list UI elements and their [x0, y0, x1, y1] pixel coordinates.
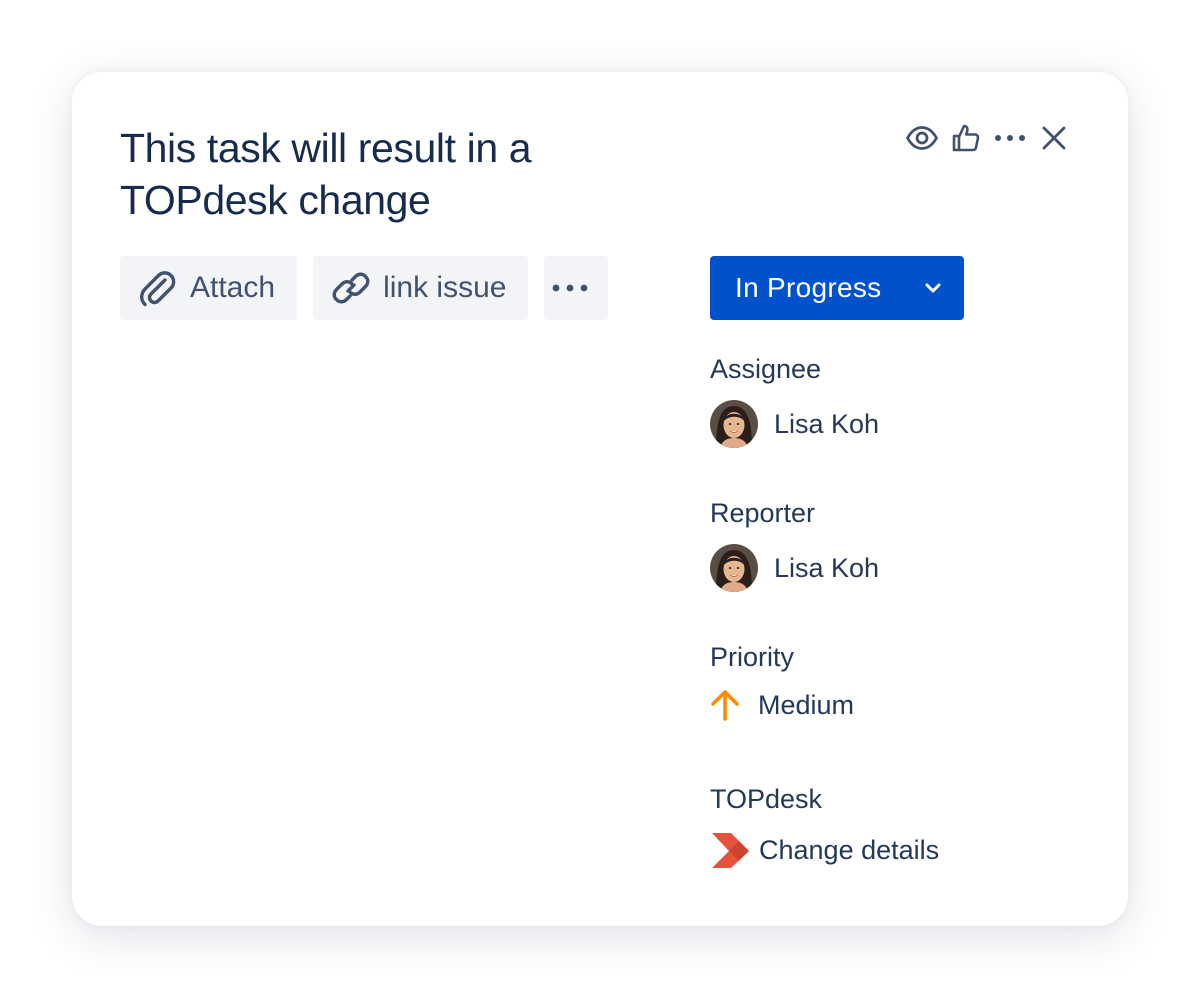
- topdesk-label: TOPdesk: [710, 784, 823, 814]
- priority-field: Priority Medium: [710, 640, 854, 722]
- reporter-value[interactable]: Lisa Koh: [710, 544, 879, 592]
- topdesk-change-text: Change details: [759, 834, 940, 865]
- avatar: [710, 400, 758, 448]
- reporter-field: Reporter Lisa Koh: [710, 496, 879, 592]
- chevron-down-icon: [925, 283, 941, 293]
- more-horizontal-icon: [995, 135, 1025, 141]
- reporter-label: Reporter: [710, 498, 816, 528]
- attach-button[interactable]: Attach: [120, 256, 298, 320]
- more-horizontal-icon: [553, 284, 588, 292]
- watch-button[interactable]: [904, 118, 940, 158]
- status-dropdown[interactable]: In Progress: [710, 256, 964, 320]
- assignee-label: Assignee: [710, 354, 822, 384]
- priority-label: Priority: [710, 642, 795, 672]
- header-actions: [896, 118, 1072, 158]
- status-label: In Progress: [735, 272, 882, 303]
- issue-title: This task will result in a TOPdesk chang…: [120, 122, 640, 226]
- topdesk-change-link[interactable]: Change details: [710, 830, 939, 870]
- close-button[interactable]: [1036, 118, 1072, 158]
- link-issue-label: link issue: [383, 271, 507, 304]
- issue-title-line-1: This task will result in a: [120, 125, 532, 171]
- priority-value[interactable]: Medium: [710, 688, 854, 722]
- arrow-up-icon: [711, 690, 739, 721]
- like-button[interactable]: [948, 118, 984, 158]
- assignee-field: Assignee Lisa Koh: [710, 352, 879, 448]
- link-issue-button[interactable]: link issue: [313, 256, 529, 320]
- toolbar-more-button[interactable]: [544, 256, 609, 320]
- reporter-name: Lisa Koh: [774, 552, 880, 583]
- close-icon: [1042, 126, 1066, 150]
- eye-icon: [906, 126, 938, 150]
- link-icon: [332, 272, 370, 304]
- assignee-name: Lisa Koh: [774, 408, 880, 439]
- issue-toolbar: Attach link issue: [120, 256, 609, 320]
- avatar: [710, 544, 758, 592]
- topdesk-logo-icon: [712, 833, 749, 868]
- topdesk-field: TOPdesk Change details: [710, 782, 939, 870]
- assignee-value[interactable]: Lisa Koh: [710, 400, 879, 448]
- priority-text: Medium: [758, 689, 855, 720]
- attach-label: Attach: [190, 271, 276, 304]
- paperclip-icon: [139, 271, 176, 307]
- issue-title-line-2: TOPdesk change: [120, 177, 431, 223]
- thumbs-up-icon: [952, 124, 980, 152]
- issue-card: This task will result in a TOPdesk chang…: [72, 72, 1128, 926]
- more-actions-button[interactable]: [992, 118, 1028, 158]
